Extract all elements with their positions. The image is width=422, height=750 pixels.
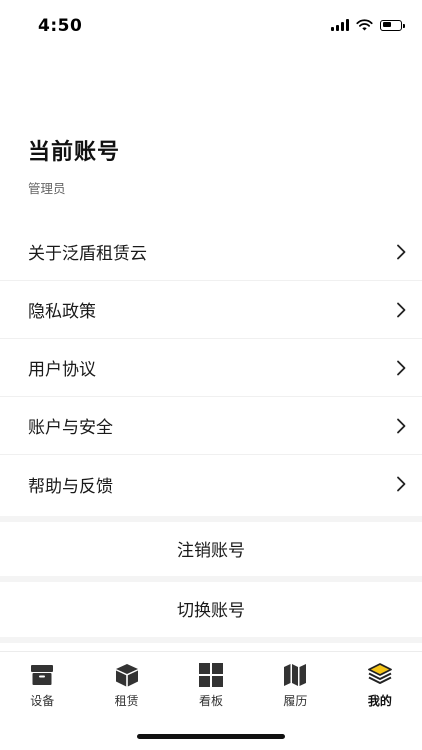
home-indicator bbox=[137, 734, 285, 739]
tab-devices[interactable]: 设备 bbox=[0, 652, 84, 714]
menu-item-label: 用户协议 bbox=[28, 360, 96, 380]
tab-label: 租赁 bbox=[114, 694, 139, 708]
account-role: 管理员 bbox=[28, 181, 66, 196]
settings-menu: 关于泛盾租赁云 隐私政策 用户协议 账户与安全 帮助与反馈 bbox=[0, 223, 422, 513]
status-icons bbox=[331, 19, 405, 31]
tab-label: 看板 bbox=[199, 694, 224, 708]
menu-item-user-agreement[interactable]: 用户协议 bbox=[0, 339, 422, 397]
section-divider bbox=[0, 637, 422, 643]
switch-account-button[interactable]: 切换账号 bbox=[0, 582, 422, 634]
dashboard-grid-icon bbox=[199, 663, 224, 687]
account-header: 当前账号 管理员 bbox=[28, 134, 120, 197]
box-icon bbox=[31, 665, 54, 685]
chevron-right-icon bbox=[397, 244, 406, 259]
tab-dashboard[interactable]: 看板 bbox=[169, 652, 253, 714]
menu-item-account-security[interactable]: 账户与安全 bbox=[0, 397, 422, 455]
cellular-signal-icon bbox=[331, 19, 349, 31]
menu-item-help-feedback[interactable]: 帮助与反馈 bbox=[0, 455, 422, 513]
map-icon bbox=[284, 664, 307, 686]
cancel-account-label: 注销账号 bbox=[177, 540, 245, 561]
chevron-right-icon bbox=[397, 360, 406, 375]
tab-history[interactable]: 履历 bbox=[253, 652, 337, 714]
chevron-right-icon bbox=[397, 302, 406, 317]
layers-icon bbox=[367, 663, 392, 684]
tab-mine[interactable]: 我的 bbox=[338, 652, 422, 714]
menu-item-label: 账户与安全 bbox=[28, 418, 113, 438]
menu-item-label: 隐私政策 bbox=[28, 302, 96, 322]
menu-item-about[interactable]: 关于泛盾租赁云 bbox=[0, 223, 422, 281]
chevron-right-icon bbox=[397, 418, 406, 433]
cancel-account-button[interactable]: 注销账号 bbox=[0, 522, 422, 574]
tab-label: 履历 bbox=[283, 694, 308, 708]
chevron-right-icon bbox=[397, 476, 406, 492]
tab-leasing[interactable]: 租赁 bbox=[84, 652, 168, 714]
tab-label: 设备 bbox=[30, 694, 55, 708]
tab-label: 我的 bbox=[367, 694, 392, 708]
cube-icon bbox=[115, 664, 138, 687]
menu-item-privacy-policy[interactable]: 隐私政策 bbox=[0, 281, 422, 339]
switch-account-label: 切换账号 bbox=[177, 600, 245, 621]
wifi-icon bbox=[356, 19, 373, 31]
status-bar: 4:50 bbox=[0, 0, 422, 54]
battery-icon bbox=[380, 19, 405, 31]
status-time: 4:50 bbox=[38, 16, 83, 36]
account-title: 当前账号 bbox=[28, 140, 121, 165]
menu-item-label: 帮助与反馈 bbox=[28, 476, 113, 497]
bottom-tab-bar: 设备 租赁 看板 履历 我的 bbox=[0, 651, 422, 714]
menu-item-label: 关于泛盾租赁云 bbox=[28, 244, 147, 264]
